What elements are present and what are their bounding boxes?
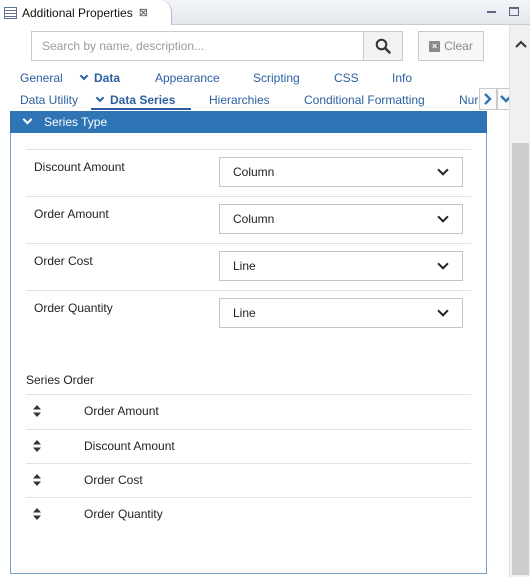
tab-data[interactable]: Data bbox=[79, 71, 121, 85]
tab-scripting[interactable]: Scripting bbox=[253, 71, 300, 85]
series-type-select[interactable]: Line bbox=[219, 298, 463, 328]
clear-button-label: Clear bbox=[444, 39, 473, 53]
chevron-down-icon bbox=[79, 71, 89, 81]
series-order-label: Discount Amount bbox=[84, 439, 175, 453]
chevron-right-icon bbox=[484, 93, 492, 105]
chevron-down-icon bbox=[95, 93, 105, 103]
tab-conditional-formatting[interactable]: Conditional Formatting bbox=[304, 93, 425, 107]
maximize-icon[interactable] bbox=[506, 4, 522, 18]
series-type-value: Line bbox=[233, 259, 256, 273]
series-order-label: Order Amount bbox=[84, 404, 159, 418]
sort-handle-icon[interactable] bbox=[33, 440, 41, 452]
minimize-icon[interactable] bbox=[483, 4, 499, 18]
view-tab[interactable]: Additional Properties ⊠ bbox=[0, 0, 172, 25]
clear-button[interactable]: × Clear bbox=[418, 31, 484, 61]
chevron-down-icon bbox=[22, 114, 33, 124]
tab-data-series-label: Data Series bbox=[110, 93, 176, 107]
vertical-scrollbar[interactable] bbox=[509, 25, 530, 577]
series-type-row: Order Cost Line bbox=[26, 243, 471, 290]
series-type-header[interactable]: Series Type bbox=[10, 111, 487, 133]
series-label: Order Amount bbox=[34, 207, 109, 221]
scrollbar-thumb[interactable] bbox=[512, 143, 529, 575]
tab-hierarchies[interactable]: Hierarchies bbox=[209, 93, 270, 107]
chevron-down-icon bbox=[437, 305, 449, 317]
tab-data-series[interactable]: Data Series bbox=[95, 93, 176, 107]
series-type-value: Column bbox=[233, 212, 275, 226]
series-order-label: Order Cost bbox=[84, 473, 143, 487]
series-order-item[interactable]: Order Amount bbox=[26, 394, 471, 428]
series-order-item[interactable]: Order Cost bbox=[26, 463, 471, 497]
series-label: Order Quantity bbox=[34, 301, 113, 315]
tab-scroll-right-button[interactable] bbox=[479, 88, 497, 110]
tab-data-label: Data bbox=[94, 71, 121, 85]
series-type-row: Order Quantity Line bbox=[26, 290, 471, 337]
chevron-down-icon bbox=[437, 164, 449, 176]
scroll-up-button[interactable] bbox=[510, 37, 530, 51]
series-order-label: Order Quantity bbox=[84, 507, 163, 521]
series-type-value: Column bbox=[233, 165, 275, 179]
search-input[interactable] bbox=[31, 31, 364, 61]
series-order-item[interactable]: Order Quantity bbox=[26, 497, 471, 531]
series-order-title: Series Order bbox=[26, 373, 95, 387]
tab-appearance[interactable]: Appearance bbox=[155, 71, 220, 85]
chevron-up-icon bbox=[514, 40, 527, 48]
series-type-row: Order Amount Column bbox=[26, 196, 471, 243]
view-header: Additional Properties ⊠ bbox=[0, 0, 530, 25]
clear-icon: × bbox=[429, 40, 441, 52]
search-button[interactable] bbox=[363, 31, 403, 61]
series-label: Discount Amount bbox=[34, 160, 125, 174]
active-tab-indicator bbox=[91, 108, 191, 110]
chevron-down-icon bbox=[437, 258, 449, 270]
tab-general[interactable]: General bbox=[20, 71, 63, 85]
chevron-down-icon bbox=[437, 211, 449, 223]
series-type-select[interactable]: Column bbox=[219, 204, 463, 234]
view-title: Additional Properties bbox=[22, 5, 133, 20]
sort-handle-icon[interactable] bbox=[33, 405, 41, 417]
series-label: Order Cost bbox=[34, 254, 93, 268]
series-type-select[interactable]: Column bbox=[219, 157, 463, 187]
series-type-title: Series Type bbox=[44, 115, 108, 129]
sort-handle-icon[interactable] bbox=[33, 474, 41, 486]
search-icon bbox=[375, 38, 391, 54]
tab-css[interactable]: CSS bbox=[334, 71, 359, 85]
series-type-value: Line bbox=[233, 306, 256, 320]
close-view-icon[interactable]: ⊠ bbox=[139, 6, 148, 19]
tab-info[interactable]: Info bbox=[392, 71, 412, 85]
series-type-row: Discount Amount Column bbox=[26, 149, 471, 196]
series-type-select[interactable]: Line bbox=[219, 251, 463, 281]
properties-view-icon bbox=[4, 6, 17, 19]
tab-data-utility[interactable]: Data Utility bbox=[20, 93, 78, 107]
sort-handle-icon[interactable] bbox=[33, 508, 41, 520]
series-order-item[interactable]: Discount Amount bbox=[26, 429, 471, 463]
tab-number[interactable]: Nur bbox=[459, 93, 479, 107]
